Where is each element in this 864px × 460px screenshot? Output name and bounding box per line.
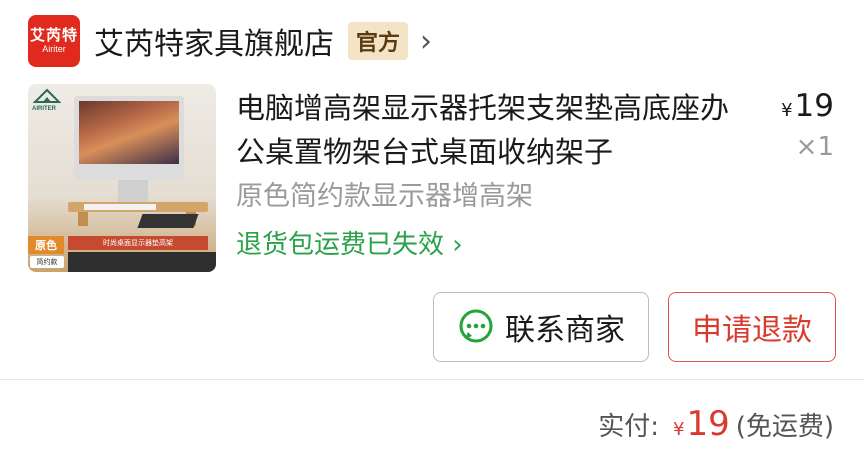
monitor-illustration: [74, 96, 184, 180]
payment-summary: 实付: ¥ 19 (免运费): [598, 402, 834, 452]
payment-amount: 19: [686, 404, 730, 444]
product-variant: 原色简约款显示器增高架: [236, 181, 533, 212]
return-shipping-status-text: 退货包运费已失效: [236, 230, 445, 260]
product-image-banner: 时尚桌面显示器垫高架: [68, 236, 208, 250]
contact-seller-label: 联系商家: [505, 313, 625, 348]
product-image-style-label: 简约款: [30, 256, 64, 268]
store-logo: 艾芮特 Airiter: [28, 15, 80, 67]
chat-icon: [459, 309, 493, 343]
divider: [0, 379, 864, 380]
laptop-illustration: [137, 214, 199, 228]
price-value: 19: [794, 88, 834, 124]
product-title[interactable]: 电脑增高架显示器托架支架垫高底座办公桌置物架台式桌面收纳架子: [236, 86, 756, 174]
store-logo-subtext: Airiter: [42, 44, 66, 54]
product-image-feature-strip: [68, 252, 216, 272]
chevron-right-icon: ›: [444, 230, 463, 260]
official-badge: 官方: [348, 22, 409, 60]
chevron-right-icon[interactable]: ›: [420, 24, 432, 59]
store-name[interactable]: 艾芮特家具旗舰店: [94, 19, 334, 63]
product-image-brand: AIRITER: [32, 106, 56, 112]
keyboard-illustration: [84, 204, 156, 210]
contact-seller-button[interactable]: 联系商家: [433, 292, 649, 362]
shelf-leg: [78, 212, 88, 226]
product-price: ¥19: [781, 86, 834, 131]
product-image-color-label: 原色: [28, 236, 64, 254]
store-logo-text: 艾芮特: [29, 26, 78, 44]
shipping-note: (免运费): [735, 412, 834, 442]
store-header[interactable]: 艾芮特 Airiter 艾芮特家具旗舰店 官方 ›: [28, 15, 432, 67]
payment-label: 实付:: [598, 412, 659, 442]
apply-refund-button[interactable]: 申请退款: [668, 292, 836, 362]
price-currency: ¥: [781, 100, 793, 121]
apply-refund-label: 申请退款: [692, 313, 812, 348]
product-quantity: ×1: [795, 132, 834, 162]
payment-currency: ¥: [672, 419, 685, 440]
return-shipping-status[interactable]: 退货包运费已失效 ›: [236, 226, 463, 264]
monitor-stand-illustration: [118, 180, 148, 202]
product-image[interactable]: AIRITER 原色 简约款 时尚桌面显示器垫高架: [28, 84, 216, 272]
